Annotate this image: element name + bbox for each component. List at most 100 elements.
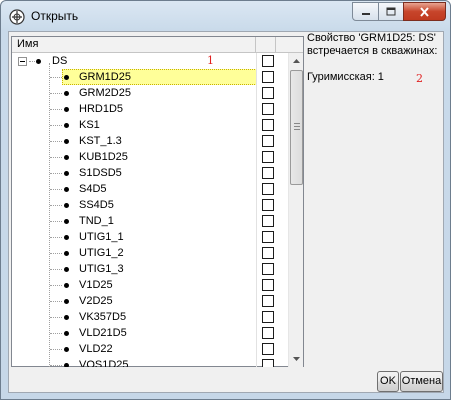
tree-item-row[interactable]: VOS1D25 bbox=[12, 357, 288, 367]
tree-item-row[interactable]: UTIG1_2 bbox=[12, 245, 288, 261]
tree-item-label: SS4D5 bbox=[79, 199, 114, 211]
arrow-down-icon bbox=[293, 357, 300, 361]
collapse-toggle-icon[interactable] bbox=[18, 57, 27, 66]
tree-item-label: KST_1.3 bbox=[79, 135, 122, 147]
tree-guide-line bbox=[50, 141, 62, 142]
bullet-icon bbox=[64, 235, 69, 240]
root-checkbox[interactable] bbox=[262, 55, 274, 67]
bullet-icon bbox=[64, 75, 69, 80]
item-checkbox[interactable] bbox=[262, 263, 274, 275]
tree-item-row[interactable]: GRM2D25 bbox=[12, 85, 288, 101]
column-header-check[interactable] bbox=[256, 37, 276, 53]
tree-item-label: V1D25 bbox=[79, 279, 113, 291]
tree-item-row[interactable]: TND_1 bbox=[12, 213, 288, 229]
tree-item-label: UTIG1_3 bbox=[79, 263, 124, 275]
tree-guide-line bbox=[50, 157, 62, 158]
tree-item-label: VLD21D5 bbox=[79, 327, 127, 339]
item-checkbox[interactable] bbox=[262, 71, 274, 83]
tree-item-row[interactable]: V2D25 bbox=[12, 293, 288, 309]
tree-guide-line bbox=[50, 221, 62, 222]
open-dialog: Открыть Имя DS 1 GRM1D25 GRM2D25 HRD1D5 … bbox=[0, 0, 451, 400]
ok-button[interactable]: OK bbox=[377, 371, 399, 392]
item-checkbox[interactable] bbox=[262, 199, 274, 211]
tree-item-row[interactable]: KUB1D25 bbox=[12, 149, 288, 165]
minimize-icon bbox=[361, 12, 370, 15]
tree-rows: DS 1 GRM1D25 GRM2D25 HRD1D5 KS1 KST_1.3 KUB1D… bbox=[12, 53, 288, 367]
item-checkbox[interactable] bbox=[262, 183, 274, 195]
tree-item-row[interactable]: VK357D5 bbox=[12, 309, 288, 325]
bullet-icon bbox=[64, 315, 69, 320]
tree-guide-line bbox=[50, 173, 62, 174]
vertical-scrollbar[interactable] bbox=[288, 53, 303, 367]
tree-item-label: S4D5 bbox=[79, 183, 107, 195]
minimize-button[interactable] bbox=[352, 2, 379, 21]
item-checkbox[interactable] bbox=[262, 231, 274, 243]
tree-item-row[interactable]: S1DSD5 bbox=[12, 165, 288, 181]
bullet-icon bbox=[64, 123, 69, 128]
tree-guide-line bbox=[50, 93, 62, 94]
item-checkbox[interactable] bbox=[262, 87, 274, 99]
bullet-icon bbox=[64, 299, 69, 304]
tree-guide-line bbox=[50, 333, 62, 334]
tree-header: Имя bbox=[12, 37, 303, 53]
tree-item-label: KS1 bbox=[79, 119, 100, 131]
tree-item-row[interactable]: VLD21D5 bbox=[12, 325, 288, 341]
scroll-up-button[interactable] bbox=[289, 53, 304, 69]
item-checkbox[interactable] bbox=[262, 119, 274, 131]
tree-item-label: KUB1D25 bbox=[79, 151, 128, 163]
scroll-thumb[interactable] bbox=[290, 70, 303, 185]
item-checkbox[interactable] bbox=[262, 135, 274, 147]
tree-item-row[interactable]: KS1 bbox=[12, 117, 288, 133]
cancel-button[interactable]: Отмена bbox=[400, 371, 443, 392]
bullet-icon bbox=[64, 331, 69, 336]
grip-line bbox=[294, 123, 300, 124]
tree-root-row[interactable]: DS 1 bbox=[12, 53, 288, 69]
property-tree[interactable]: Имя DS 1 GRM1D25 GRM2D25 HRD1D5 KS1 KST_1.3 K… bbox=[11, 36, 304, 367]
column-header-name[interactable]: Имя bbox=[12, 37, 256, 53]
close-icon bbox=[420, 6, 429, 17]
tree-item-row[interactable]: SS4D5 bbox=[12, 197, 288, 213]
tree-item-row[interactable]: HRD1D5 bbox=[12, 101, 288, 117]
item-checkbox[interactable] bbox=[262, 215, 274, 227]
tree-item-row[interactable]: V1D25 bbox=[12, 277, 288, 293]
bullet-icon bbox=[64, 283, 69, 288]
tree-guide-line bbox=[50, 365, 62, 366]
item-checkbox[interactable] bbox=[262, 103, 274, 115]
maximize-button[interactable] bbox=[378, 2, 404, 21]
item-checkbox[interactable] bbox=[262, 327, 274, 339]
bullet-icon bbox=[64, 155, 69, 160]
tree-item-label: GRM1D25 bbox=[79, 71, 131, 83]
tree-item-row[interactable]: VLD22 bbox=[12, 341, 288, 357]
grip-line bbox=[294, 126, 300, 127]
close-button[interactable] bbox=[403, 2, 446, 21]
info-panel: Свойство 'GRM1D25: DS' встречается в скв… bbox=[305, 32, 444, 367]
item-checkbox[interactable] bbox=[262, 343, 274, 355]
tree-guide-line bbox=[50, 269, 62, 270]
item-checkbox[interactable] bbox=[262, 279, 274, 291]
item-checkbox[interactable] bbox=[262, 295, 274, 307]
tree-item-row[interactable]: KST_1.3 bbox=[12, 133, 288, 149]
item-checkbox[interactable] bbox=[262, 167, 274, 179]
tree-item-label: VK357D5 bbox=[79, 311, 127, 323]
tree-guide-line bbox=[50, 109, 62, 110]
tree-item-label: UTIG1_2 bbox=[79, 247, 124, 259]
title-bar[interactable]: Открыть bbox=[1, 1, 450, 31]
grip-line bbox=[294, 129, 300, 130]
item-checkbox[interactable] bbox=[262, 247, 274, 259]
item-checkbox[interactable] bbox=[262, 151, 274, 163]
tree-item-row[interactable]: UTIG1_3 bbox=[12, 261, 288, 277]
bullet-icon bbox=[64, 219, 69, 224]
bullet-icon bbox=[64, 363, 69, 367]
tree-guide-line bbox=[50, 237, 62, 238]
bullet-icon bbox=[64, 171, 69, 176]
item-checkbox[interactable] bbox=[262, 311, 274, 323]
scroll-down-button[interactable] bbox=[289, 351, 304, 367]
tree-item-row[interactable]: UTIG1_1 bbox=[12, 229, 288, 245]
item-checkbox[interactable] bbox=[262, 359, 274, 367]
annotation-marker-2: 2 bbox=[416, 72, 423, 85]
bullet-icon bbox=[64, 91, 69, 96]
tree-item-row[interactable]: GRM1D25 bbox=[12, 69, 288, 85]
tree-item-label: UTIG1_1 bbox=[79, 231, 124, 243]
bullet-icon bbox=[64, 267, 69, 272]
tree-item-row[interactable]: S4D5 bbox=[12, 181, 288, 197]
